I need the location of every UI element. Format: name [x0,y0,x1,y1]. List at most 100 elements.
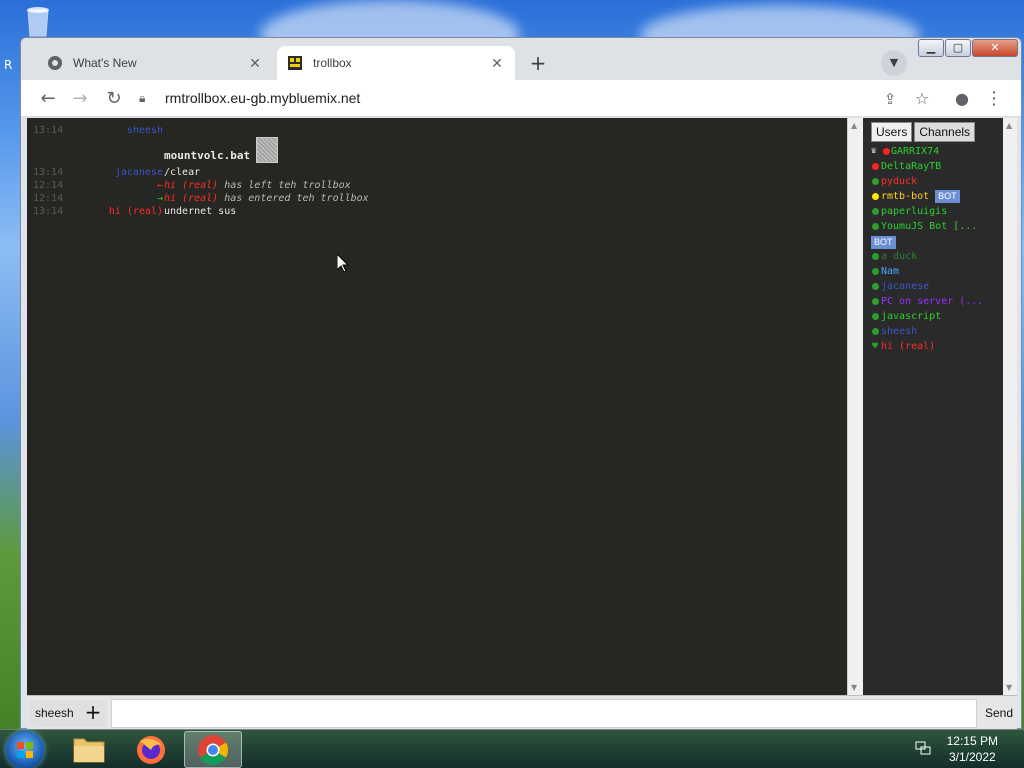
user-list-item[interactable]: a duck [871,249,997,264]
sidebar-scrollbar[interactable]: ▲ ▼ [1003,118,1017,695]
user-list-item[interactable]: Nam [871,264,997,279]
maximize-button[interactable]: ▢ [945,39,971,57]
status-dot-icon [883,148,890,155]
status-dot-icon [872,268,879,275]
user-sidebar: Users Channels ♛ GARRIX74 DeltaRayTB pyduck… [867,118,1001,695]
status-dot-icon [872,163,879,170]
chrome-icon [48,56,62,70]
message-text: hi (real) has left teh trollbox [164,179,351,192]
user-list-item[interactable]: paperluigis [871,204,997,219]
message-time: 13:14 [33,125,64,136]
message-text: hi (real) has entered teh trollbox [164,192,369,205]
tab-channels[interactable]: Channels [914,122,976,142]
status-dot-icon [872,178,879,185]
status-dot-icon [872,313,879,320]
minimize-button[interactable]: ▁ [918,39,944,57]
user-list-item[interactable]: sheesh [871,324,997,339]
leave-arrow-icon: ← [156,180,163,191]
user-name: PC on server (... [881,296,984,307]
user-list-item[interactable]: jacanese [871,279,997,294]
user-list-item[interactable]: ♥ hi (real) [871,339,997,354]
tab-whats-new[interactable]: What's New ✕ [37,46,273,80]
forward-button[interactable]: → [67,86,93,112]
arrow-left-icon: ← [40,88,56,109]
back-button[interactable]: ← [35,86,61,112]
star-icon: ☆ [914,89,930,108]
message-text: undernet sus [164,206,237,217]
address-bar[interactable]: 🔒︎ rmtrollbox.eu-gb.mybluemix.net [139,84,879,112]
taskbar-firefox[interactable] [122,731,180,768]
message-user[interactable]: hi (real) [164,180,218,191]
scroll-up-icon[interactable]: ▲ [851,121,857,130]
message-text: /clear [164,167,201,178]
more-vert-icon: ⋮ [985,88,1003,109]
user-name: hi (real) [881,341,936,352]
profile-button[interactable]: ● [949,86,975,112]
message-time: 12:14 [33,193,64,204]
taskbar-chrome[interactable] [184,731,242,768]
system-text: has left teh trollbox [218,180,351,191]
send-button[interactable]: Send [981,700,1017,727]
taskbar-explorer[interactable] [60,731,118,768]
user-list-item[interactable]: ♛ GARRIX74 [871,144,997,159]
system-text: has entered teh trollbox [218,193,369,204]
user-list-item[interactable]: pyduck [871,174,997,189]
status-dot-icon [872,283,879,290]
message-input[interactable] [111,699,977,728]
message-nick[interactable]: sheesh [127,124,163,137]
chat-message: 13:14 sheesh [27,124,847,137]
user-list-item[interactable]: javascript [871,309,997,324]
message-nick[interactable]: hi (real) [109,205,163,218]
file-placeholder-icon [256,137,278,163]
message-nick[interactable]: jacanese [115,166,163,179]
user-list-item[interactable]: PC on server (... [871,294,997,309]
sidebar-tabs: Users Channels [871,122,997,142]
share-icon: ⇪ [883,90,897,108]
tab-search-button[interactable]: ▼ [881,50,907,76]
close-icon[interactable]: ✕ [489,55,505,71]
user-name: pyduck [881,176,918,187]
message-user[interactable]: hi (real) [164,193,218,204]
network-icon[interactable] [914,739,932,757]
nick-button[interactable]: sheesh [29,700,80,727]
user-list-item[interactable]: YoumuJS Bot [... [871,219,997,234]
system-clock[interactable]: 12:15 PM 3/1/2022 [947,733,998,765]
user-name: javascript [881,311,942,322]
clock-date: 3/1/2022 [948,750,996,764]
trollbox-page: 13:14 sheesh mountvolc.bat 13:14 jacanes… [27,118,1017,730]
close-icon[interactable]: ✕ [247,55,263,71]
chat-log: 13:14 sheesh mountvolc.bat 13:14 jacanes… [27,118,847,695]
bookmark-button[interactable]: ☆ [909,86,935,112]
scroll-up-icon[interactable]: ▲ [1006,121,1012,130]
user-name: sheesh [881,326,918,337]
scroll-down-icon[interactable]: ▼ [1006,683,1012,692]
browser-window: What's New ✕ trollbox ✕ + ▼ ▁ ▢ ✕ ← → ↻ … [20,37,1022,730]
user-list-item[interactable]: DeltaRayTB [871,159,997,174]
mouse-cursor-icon [337,254,349,273]
user-name: a duck [881,251,918,262]
bot-badge: BOT [871,236,896,249]
tab-trollbox[interactable]: trollbox ✕ [277,46,515,80]
message-time: 13:14 [33,206,64,217]
user-name: Nam [881,266,900,277]
new-tab-button[interactable]: + [525,51,551,77]
status-dot-icon [872,193,879,200]
user-list-item[interactable]: rmtb-bot BOT [871,189,997,204]
add-button[interactable]: + [79,700,107,727]
menu-button[interactable]: ⋮ [981,86,1007,112]
recycle-bin-icon[interactable] [20,4,56,38]
close-window-button[interactable]: ✕ [972,39,1018,57]
chat-scrollbar[interactable]: ▲ ▼ [847,118,863,695]
url-text: rmtrollbox.eu-gb.mybluemix.net [165,90,361,106]
scroll-down-icon[interactable]: ▼ [851,683,857,692]
user-name: jacanese [881,281,930,292]
chrome-icon [198,735,229,766]
chat-message: 13:14 hi (real) undernet sus [27,205,847,218]
reload-button[interactable]: ↻ [101,86,127,112]
tab-users[interactable]: Users [871,122,913,142]
status-dot-icon [872,328,879,335]
user-badge-row: BOT [871,234,997,249]
chevron-down-icon: ▼ [889,56,899,69]
share-button[interactable]: ⇪ [877,86,903,112]
start-button[interactable] [6,731,44,768]
